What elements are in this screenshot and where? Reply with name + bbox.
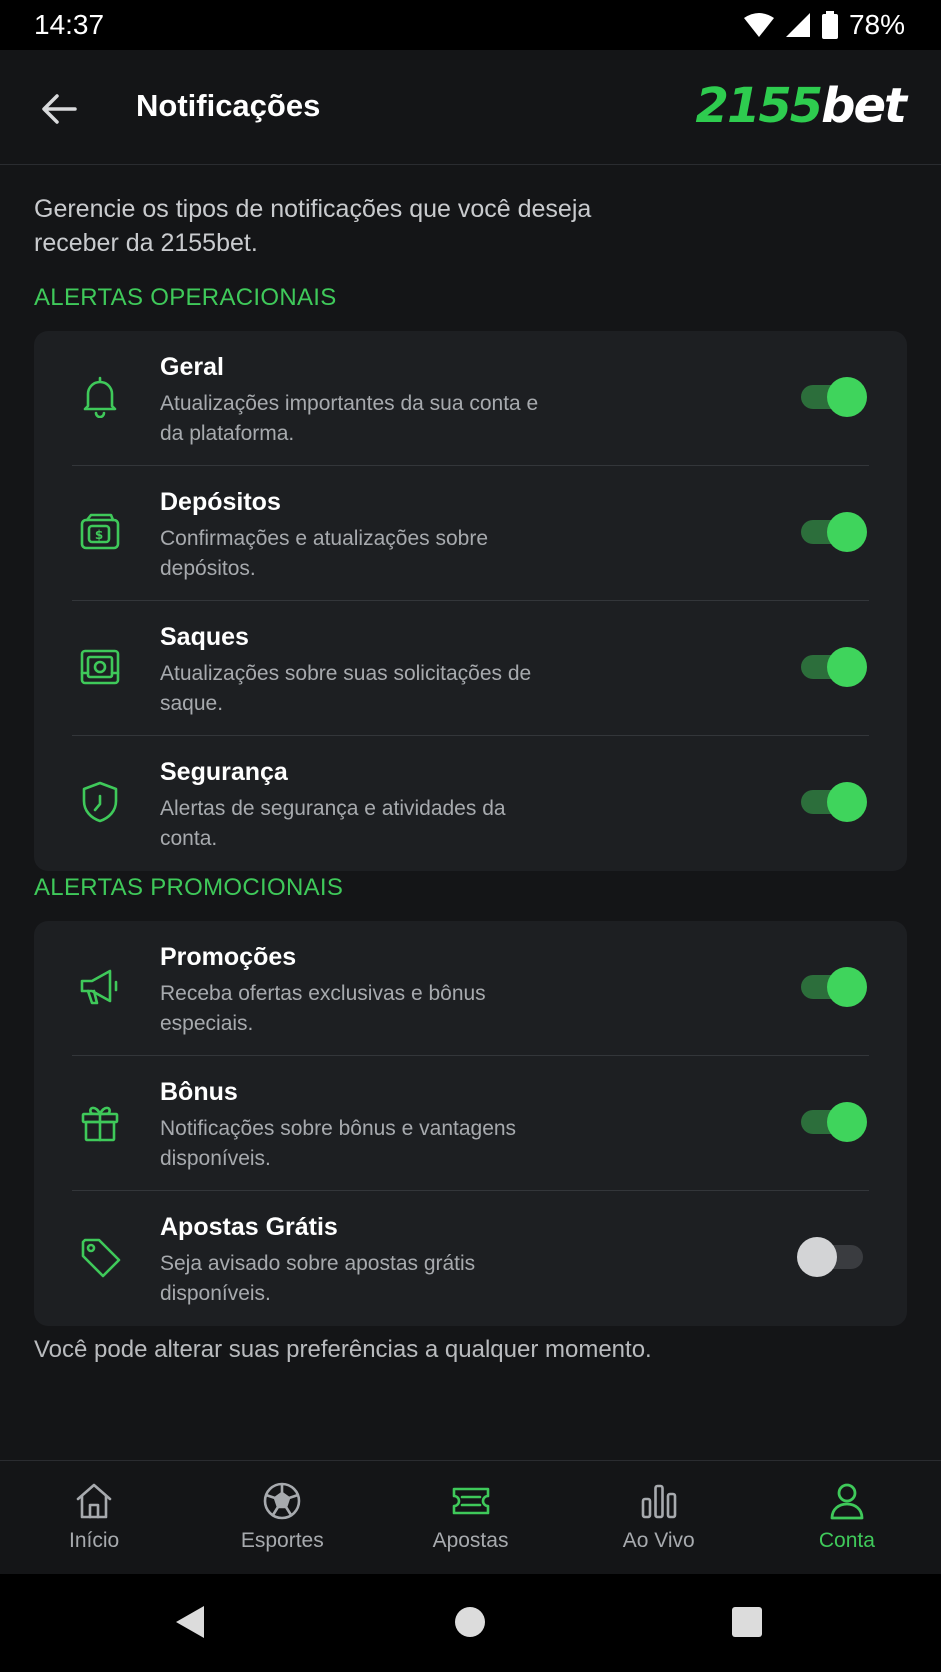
setting-row-saques[interactable]: Saques Atualizações sobre suas solicitaç… [72, 601, 869, 736]
nav-item-ao-vivo[interactable]: Ao Vivo [565, 1461, 753, 1574]
user-icon [830, 1483, 864, 1520]
back-button[interactable] [34, 84, 84, 134]
app-bar: Notificações 2155bet [0, 50, 941, 165]
system-back-icon[interactable] [174, 1604, 206, 1640]
nav-item-apostas[interactable]: Apostas [376, 1461, 564, 1574]
megaphone-icon [78, 965, 122, 1009]
battery-level: 78% [848, 9, 905, 40]
nav-label: Conta [818, 1529, 875, 1552]
setting-description: Confirmações e atualizações sobre depósi… [160, 527, 489, 580]
battery-icon [821, 11, 838, 39]
nav-item-esportes[interactable]: Esportes [188, 1461, 376, 1574]
setting-description: Notificações sobre bônus e vantagens dis… [160, 1117, 517, 1170]
setting-description: Atualizações sobre suas solicitações de … [160, 662, 532, 715]
setting-row-geral[interactable]: Geral Atualizações importantes da sua co… [72, 331, 869, 466]
card-promotional: Promoções Receba ofertas exclusivas e bô… [34, 921, 907, 1326]
svg-text:$: $ [95, 528, 103, 542]
setting-row-bonus[interactable]: Bônus Notificações sobre bônus e vantage… [72, 1056, 869, 1191]
section-title-operational: ALERTAS OPERACIONAIS [34, 284, 337, 311]
nav-label: Apostas [432, 1529, 509, 1552]
nav-item-inicio[interactable]: Início [0, 1461, 188, 1574]
nav-label: Início [69, 1529, 120, 1552]
home-icon [76, 1483, 112, 1519]
page-title: Notificações [136, 88, 321, 123]
system-nav-bar [0, 1574, 941, 1672]
wifi-icon [743, 13, 774, 37]
system-recents-icon[interactable] [731, 1606, 763, 1638]
setting-description: Alertas de segurança e atividades da con… [160, 797, 506, 850]
arrow-left-icon [42, 94, 77, 124]
setting-row-apostas-gratis[interactable]: Apostas Grátis Seja avisado sobre aposta… [72, 1191, 869, 1326]
setting-row-promocoes[interactable]: Promoções Receba ofertas exclusivas e bô… [72, 921, 869, 1056]
setting-title: Apostas Grátis [160, 1213, 338, 1241]
nav-label: Ao Vivo [622, 1529, 695, 1552]
tag-icon [78, 1235, 122, 1279]
logo-number: 2155 [695, 78, 824, 134]
section-title-promotional: ALERTAS PROMOCIONAIS [34, 874, 344, 901]
setting-title: Bônus [160, 1078, 238, 1106]
nav-label: Esportes [240, 1529, 324, 1552]
setting-title: Depósitos [160, 488, 281, 516]
setting-title: Saques [160, 623, 249, 651]
toggle-switch-promocoes[interactable] [799, 967, 867, 1007]
intro-text: Gerencie os tipos de notificações que vo… [34, 195, 592, 257]
system-home-icon[interactable] [454, 1606, 486, 1638]
setting-row-seguranca[interactable]: Segurança Alertas de segurança e ativida… [72, 736, 869, 871]
toggle-switch-seguranca[interactable] [799, 782, 867, 822]
setting-row-depositos[interactable]: $ Depósitos Confirmações e atualizações … [72, 466, 869, 601]
ticket-icon [452, 1487, 489, 1515]
brand-logo: 2155bet [695, 78, 907, 134]
wallet-icon: $ [78, 510, 122, 554]
bar-chart-icon [641, 1484, 677, 1519]
gift-icon [78, 1100, 122, 1144]
bottom-nav: Início Esportes Apostas Ao Vivo Conta [0, 1460, 941, 1574]
toggle-switch-bonus[interactable] [799, 1102, 867, 1142]
logo-text: bet [821, 78, 907, 134]
toggle-switch-saques[interactable] [799, 647, 867, 687]
nav-item-conta[interactable]: Conta [753, 1461, 941, 1574]
setting-title: Geral [160, 353, 224, 381]
footer-note: Você pode alterar suas preferências a qu… [34, 1336, 652, 1363]
cellular-signal-icon [785, 13, 810, 37]
toggle-switch-depositos[interactable] [799, 512, 867, 552]
toggle-switch-geral[interactable] [799, 377, 867, 417]
setting-description: Receba ofertas exclusivas e bônus especi… [160, 982, 486, 1035]
card-operational: Geral Atualizações importantes da sua co… [34, 331, 907, 871]
setting-description: Seja avisado sobre apostas grátis dispon… [160, 1252, 476, 1305]
status-bar: 14:37 78% [0, 0, 941, 50]
toggle-switch-apostas-gratis[interactable] [797, 1237, 867, 1277]
status-time: 14:37 [34, 9, 105, 40]
setting-description: Atualizações importantes da sua conta e … [160, 392, 539, 445]
status-icons: 78% [743, 9, 905, 41]
setting-title: Segurança [160, 758, 288, 786]
setting-title: Promoções [160, 943, 297, 971]
bell-icon [78, 375, 122, 419]
cash-icon [78, 645, 122, 689]
soccer-ball-icon [263, 1482, 301, 1520]
shield-icon [78, 780, 122, 824]
